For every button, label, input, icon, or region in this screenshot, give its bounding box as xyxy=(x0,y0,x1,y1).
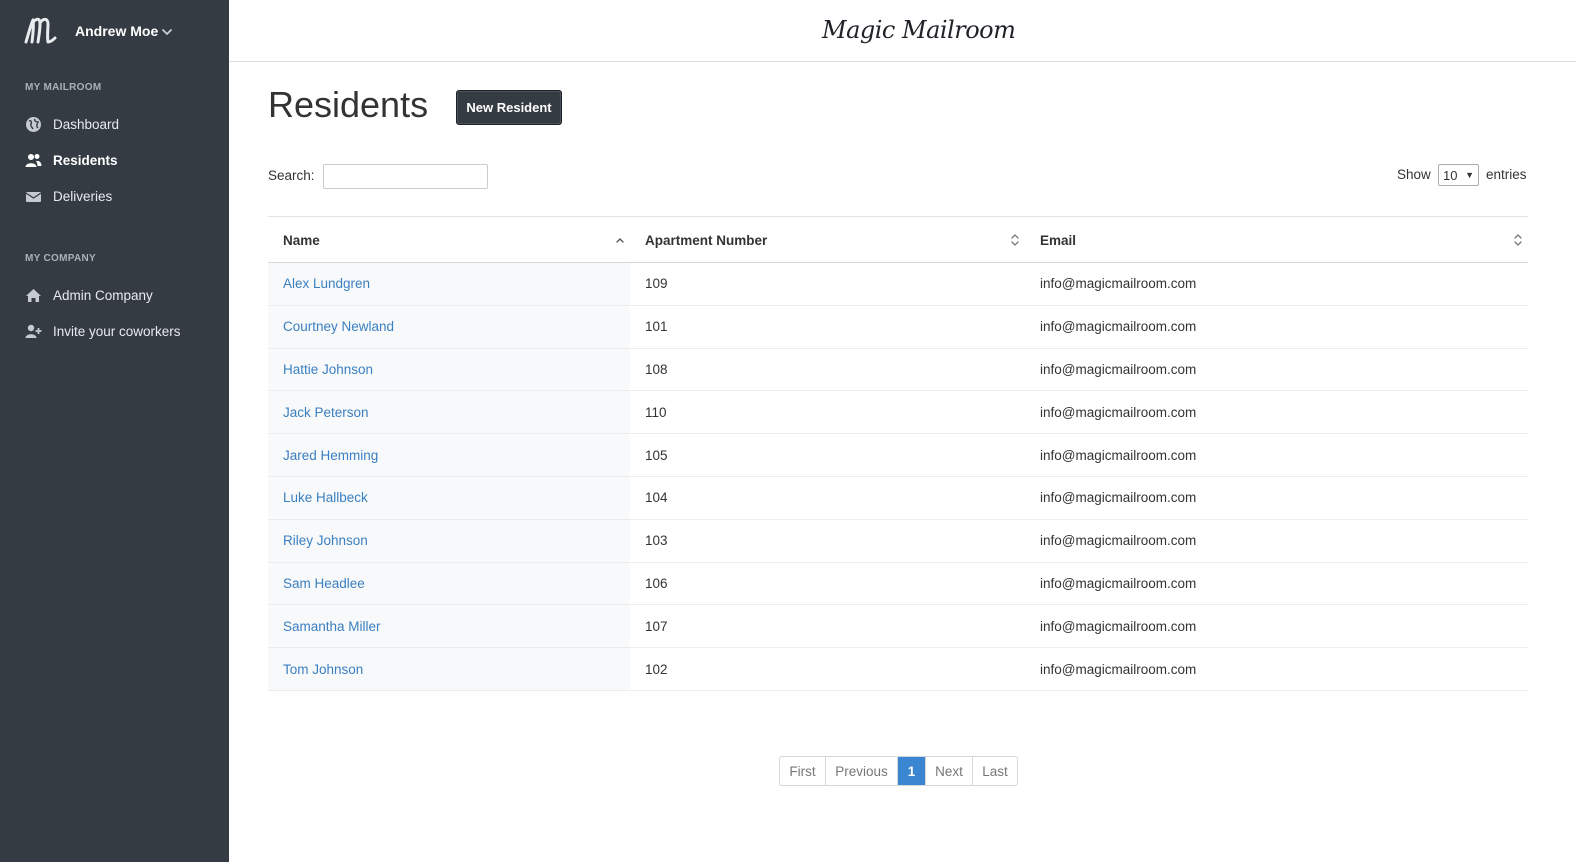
resident-name-link[interactable]: Sam Headlee xyxy=(283,563,365,605)
section-my-company: MY COMPANY xyxy=(25,253,96,264)
resident-name-link[interactable]: Courtney Newland xyxy=(283,306,394,348)
resident-name-link[interactable]: Samantha Miller xyxy=(283,605,381,647)
table-row: Jared Hemming 105 info@magicmailroom.com xyxy=(268,434,1528,477)
table-row: Jack Peterson 110 info@magicmailroom.com xyxy=(268,391,1528,435)
table-row: Samantha Miller 107 info@magicmailroom.c… xyxy=(268,605,1528,649)
table-row: Courtney Newland 101 info@magicmailroom.… xyxy=(268,305,1528,349)
entries-per-page-select[interactable]: 10 ▼ xyxy=(1438,164,1479,186)
column-header-email[interactable]: Email xyxy=(1040,217,1076,263)
apartment-number: 109 xyxy=(645,276,668,292)
sidebar-header: Andrew Moe xyxy=(0,0,229,64)
table-row: Alex Lundgren 109 info@magicmailroom.com xyxy=(268,263,1528,306)
sidebar-item-label: Admin Company xyxy=(53,287,153,303)
top-header: Magic Mailroom xyxy=(229,0,1576,62)
table-row: Riley Johnson 103 info@magicmailroom.com xyxy=(268,519,1528,563)
sidebar: Andrew Moe MY MAILROOM Dashboard Residen… xyxy=(0,0,229,862)
resident-email: info@magicmailroom.com xyxy=(1040,319,1197,335)
pagination: First Previous 1 Next Last xyxy=(779,756,1018,786)
sidebar-item-invite-coworkers[interactable]: Invite your coworkers xyxy=(0,317,229,345)
apartment-number: 110 xyxy=(645,404,667,420)
resident-email: info@magicmailroom.com xyxy=(1040,276,1197,292)
resident-name-link[interactable]: Jared Hemming xyxy=(283,434,378,476)
sidebar-item-label: Residents xyxy=(53,152,118,168)
table-row: Hattie Johnson 108 info@magicmailroom.co… xyxy=(268,348,1528,392)
envelope-icon xyxy=(25,188,42,205)
resident-email: info@magicmailroom.com xyxy=(1040,533,1197,549)
user-plus-icon xyxy=(25,323,42,340)
apartment-number: 101 xyxy=(645,319,668,335)
apartment-number: 105 xyxy=(645,447,668,463)
residents-table: Name Apartment Number Email Alex Lundgre… xyxy=(268,216,1528,691)
caret-down-icon: ▼ xyxy=(1465,170,1474,180)
pagination-last[interactable]: Last xyxy=(973,757,1017,785)
table-row: Sam Headlee 106 info@magicmailroom.com xyxy=(268,562,1528,606)
apartment-number: 103 xyxy=(645,533,668,549)
resident-email: info@magicmailroom.com xyxy=(1040,447,1197,463)
apartment-number: 108 xyxy=(645,361,668,377)
sidebar-item-residents[interactable]: Residents xyxy=(0,146,229,174)
resident-name-link[interactable]: Hattie Johnson xyxy=(283,349,373,391)
column-header-name[interactable]: Name xyxy=(283,217,320,263)
show-label: Show xyxy=(1397,167,1431,182)
resident-email: info@magicmailroom.com xyxy=(1040,490,1197,506)
pagination-first[interactable]: First xyxy=(780,757,826,785)
new-resident-button[interactable]: New Resident xyxy=(456,90,562,125)
resident-email: info@magicmailroom.com xyxy=(1040,404,1197,420)
resident-name-link[interactable]: Alex Lundgren xyxy=(283,263,370,305)
sort-both-icon[interactable] xyxy=(1513,232,1523,248)
column-header-apartment[interactable]: Apartment Number xyxy=(645,217,767,263)
resident-email: info@magicmailroom.com xyxy=(1040,618,1197,634)
search-input[interactable] xyxy=(323,164,488,189)
entries-per-page-value: 10 xyxy=(1443,167,1458,183)
resident-email: info@magicmailroom.com xyxy=(1040,661,1197,677)
resident-name-link[interactable]: Luke Hallbeck xyxy=(283,477,368,519)
sidebar-item-label: Dashboard xyxy=(53,116,120,132)
sidebar-item-dashboard[interactable]: Dashboard xyxy=(0,110,229,138)
pagination-previous[interactable]: Previous xyxy=(826,757,898,785)
pagination-next[interactable]: Next xyxy=(926,757,973,785)
table-header: Name Apartment Number Email xyxy=(268,216,1528,263)
section-my-mailroom: MY MAILROOM xyxy=(25,82,102,93)
logo-icon[interactable] xyxy=(23,12,59,48)
sort-both-icon[interactable] xyxy=(1010,232,1020,248)
user-menu-name[interactable]: Andrew Moe xyxy=(75,23,158,39)
sidebar-item-deliveries[interactable]: Deliveries xyxy=(0,182,229,210)
table-row: Tom Johnson 102 info@magicmailroom.com xyxy=(268,648,1528,691)
users-icon xyxy=(25,152,42,169)
table-row: Luke Hallbeck 104 info@magicmailroom.com xyxy=(268,476,1528,520)
sidebar-item-label: Deliveries xyxy=(53,188,113,204)
apartment-number: 106 xyxy=(645,575,668,591)
resident-email: info@magicmailroom.com xyxy=(1040,361,1197,377)
resident-name-link[interactable]: Riley Johnson xyxy=(283,520,368,562)
resident-email: info@magicmailroom.com xyxy=(1040,575,1197,591)
entries-label: entries xyxy=(1486,167,1527,182)
sidebar-item-admin-company[interactable]: Admin Company xyxy=(0,281,229,309)
apartment-number: 104 xyxy=(645,490,668,506)
sidebar-item-label: Invite your coworkers xyxy=(53,323,181,339)
sort-asc-icon[interactable] xyxy=(615,232,625,248)
home-icon xyxy=(25,287,42,304)
globe-icon xyxy=(25,116,42,133)
page-title: Residents xyxy=(268,84,429,125)
apartment-number: 102 xyxy=(645,661,668,677)
chevron-down-icon[interactable] xyxy=(161,26,173,38)
resident-name-link[interactable]: Tom Johnson xyxy=(283,648,363,690)
brand-title: Magic Mailroom xyxy=(822,16,1016,44)
search-label: Search: xyxy=(268,168,315,183)
pagination-page-1[interactable]: 1 xyxy=(898,757,926,785)
apartment-number: 107 xyxy=(645,618,668,634)
resident-name-link[interactable]: Jack Peterson xyxy=(283,391,369,433)
